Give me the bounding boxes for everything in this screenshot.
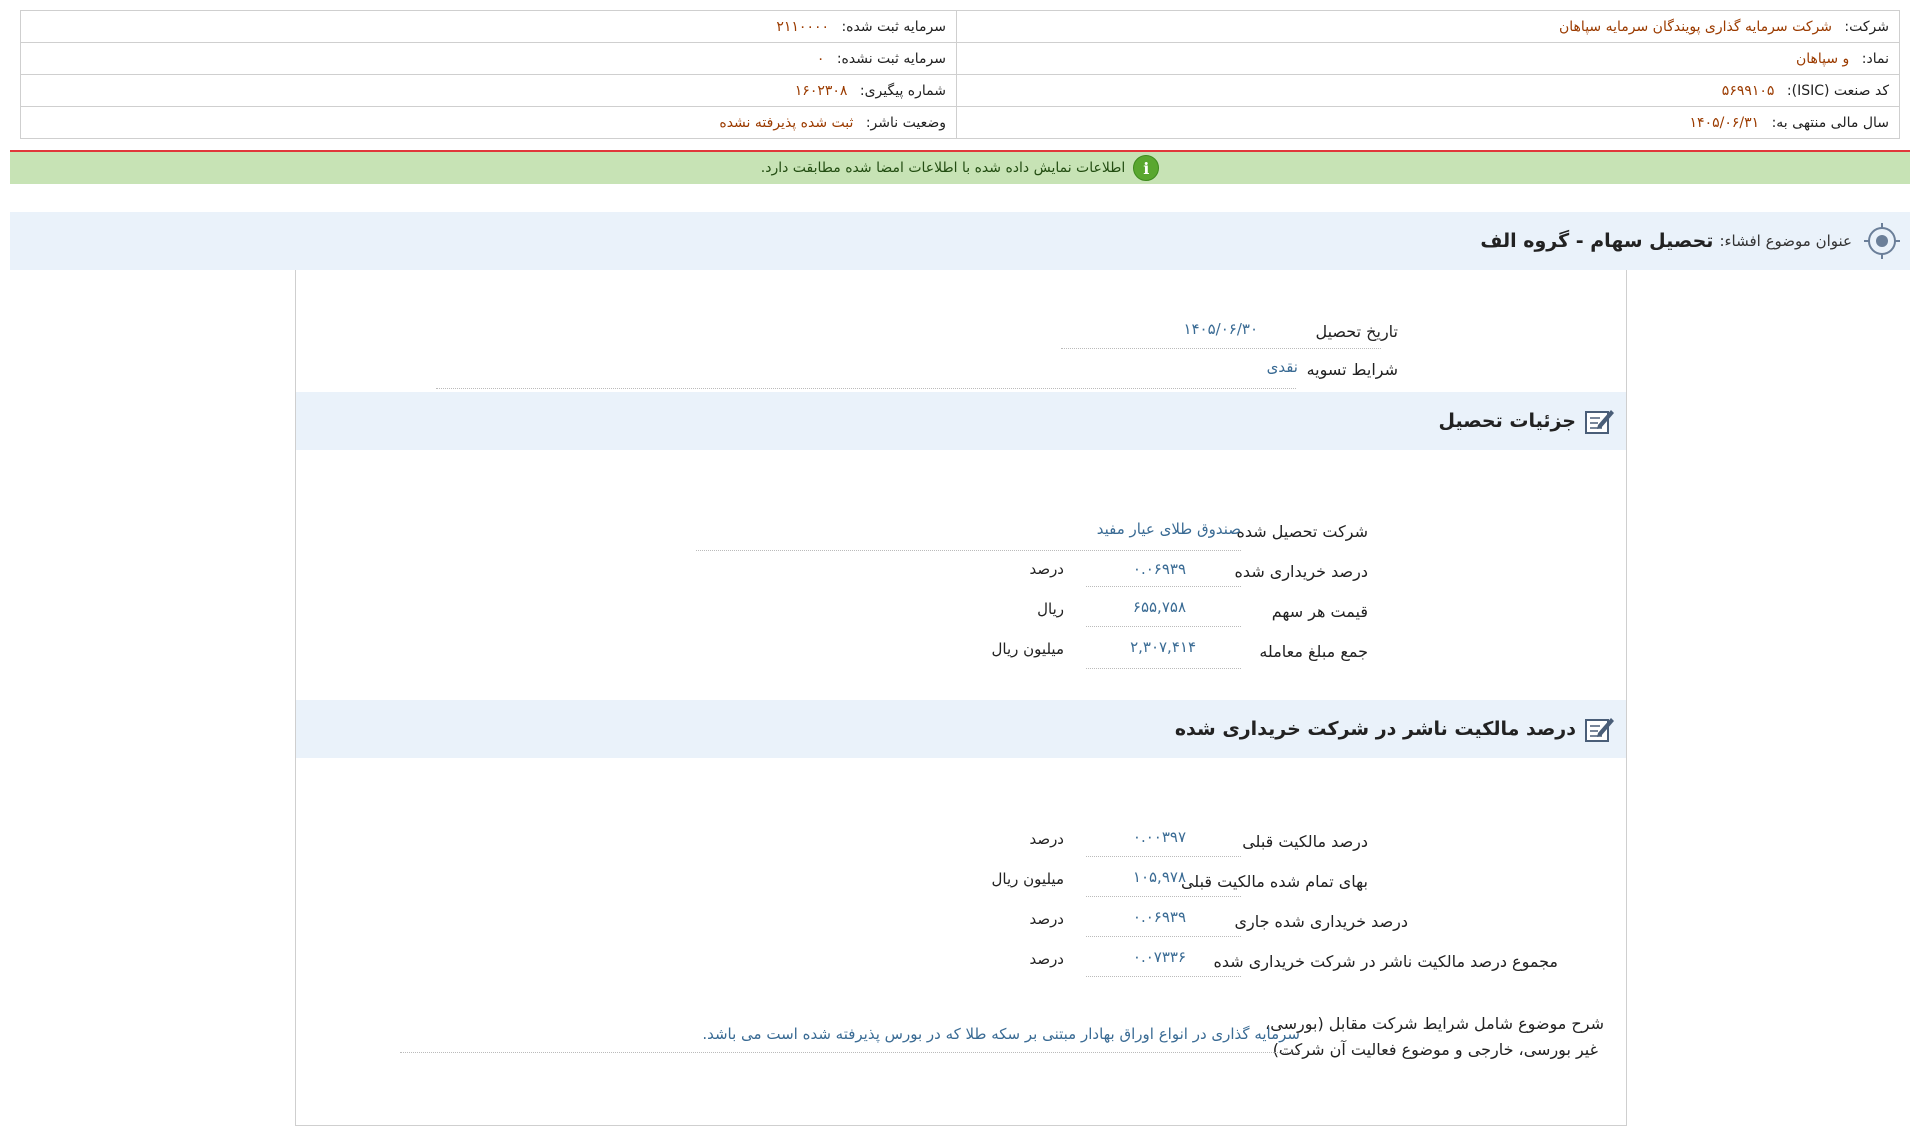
isic-value: ۵۶۹۹۱۰۵ xyxy=(1721,82,1775,99)
capital-unregistered-cell: سرمایه ثبت نشده: ۰ xyxy=(20,42,957,75)
company-label: شرکت: xyxy=(1844,18,1889,35)
settlement-value: نقدی xyxy=(1266,358,1298,376)
detail-value: ۶۵۵,۷۵۸ xyxy=(1132,598,1186,616)
capital-registered-value: ۲۱۱۰۰۰۰ xyxy=(776,18,830,35)
detail-unit: درصد xyxy=(1029,560,1064,578)
capital-unregistered-label: سرمایه ثبت نشده: xyxy=(836,50,946,67)
capital-registered-label: سرمایه ثبت شده: xyxy=(841,18,946,35)
detail-value: ۰.۰۶۹۳۹ xyxy=(1132,560,1186,578)
details-section-title: جزئیات تحصیل xyxy=(1438,410,1576,432)
divider xyxy=(1061,348,1381,349)
ownership-unit: درصد xyxy=(1029,910,1064,928)
ownership-unit: درصد xyxy=(1029,830,1064,848)
symbol-cell: نماد: و سپاهان xyxy=(956,42,1900,75)
acquisition-date-label: تاریخ تحصیل xyxy=(1315,322,1398,341)
detail-label: درصد خریداری شده xyxy=(1234,562,1368,581)
detail-unit: ریال xyxy=(1037,600,1064,618)
acquisition-date-value: ۱۴۰۵/۰۶/۳۰ xyxy=(1183,320,1258,338)
ownership-value: ۰.۰۶۹۳۹ xyxy=(1132,908,1186,926)
divider xyxy=(400,1052,1300,1053)
ownership-label: درصد مالکیت قبلی xyxy=(1242,832,1368,851)
tracking-number: ۱۶۰۲۳۰۸ xyxy=(794,82,848,99)
company-info-table: شرکت: شرکت سرمایه گذاری پویندگان سرمایه … xyxy=(20,10,1900,139)
detail-label: جمع مبلغ معامله xyxy=(1259,642,1368,661)
ownership-value: ۰.۰۰۳۹۷ xyxy=(1132,828,1186,846)
divider xyxy=(1086,668,1241,669)
details-section-header: جزئیات تحصیل xyxy=(296,392,1626,450)
report-content: تاریخ تحصیل ۱۴۰۵/۰۶/۳۰ شرایط تسویه نقدی … xyxy=(295,270,1627,1126)
divider xyxy=(1086,936,1241,937)
ownership-value: ۰.۰۷۳۳۶ xyxy=(1132,948,1186,966)
info-row: شرکت: شرکت سرمایه گذاری پویندگان سرمایه … xyxy=(20,10,1900,43)
settlement-label: شرایط تسویه xyxy=(1306,360,1398,379)
ownership-section-header: درصد مالکیت ناشر در شرکت خریداری شده xyxy=(296,700,1626,758)
topic-title: تحصیل سهام - گروه الف xyxy=(1480,230,1714,252)
detail-label: قیمت هر سهم xyxy=(1271,602,1368,621)
info-row: کد صنعت (ISIC): ۵۶۹۹۱۰۵ شماره پیگیری: ۱۶… xyxy=(20,74,1900,107)
publisher-status-label: وضعیت ناشر: xyxy=(865,114,946,131)
ownership-label: بهای تمام شده مالکیت قبلی xyxy=(1180,872,1368,891)
divider xyxy=(1086,976,1241,977)
ownership-unit: درصد xyxy=(1029,950,1064,968)
fiscal-year-cell: سال مالی منتهی به: ۱۴۰۵/۰۶/۳۱ xyxy=(956,106,1900,139)
divider xyxy=(1086,856,1241,857)
ownership-value: ۱۰۵,۹۷۸ xyxy=(1132,868,1186,886)
verification-banner: i اطلاعات نمایش داده شده با اطلاعات امضا… xyxy=(10,150,1910,184)
symbol-label: نماد: xyxy=(1861,50,1889,67)
fiscal-year-label: سال مالی منتهی به: xyxy=(1771,114,1889,131)
ownership-label: درصد خریداری شده جاری xyxy=(1234,912,1408,931)
detail-value: ۲,۳۰۷,۴۱۴ xyxy=(1130,638,1196,656)
capital-unregistered-value: ۰ xyxy=(816,50,825,67)
divider xyxy=(1086,626,1241,627)
capital-registered-cell: سرمایه ثبت شده: ۲۱۱۰۰۰۰ xyxy=(20,10,957,43)
detail-unit: میلیون ریال xyxy=(991,640,1064,658)
publisher-status-cell: وضعیت ناشر: ثبت شده پذیرفته نشده xyxy=(20,106,957,139)
tracking-cell: شماره پیگیری: ۱۶۰۲۳۰۸ xyxy=(20,74,957,107)
divider xyxy=(1086,896,1241,897)
isic-cell: کد صنعت (ISIC): ۵۶۹۹۱۰۵ xyxy=(956,74,1900,107)
ownership-unit: میلیون ریال xyxy=(991,870,1064,888)
description-label-line1: شرح موضوع شامل شرایط شرکت مقابل (بورسی، xyxy=(1265,1014,1604,1033)
topic-bar: عنوان موضوع افشاء: تحصیل سهام - گروه الف xyxy=(10,212,1910,270)
verification-text: اطلاعات نمایش داده شده با اطلاعات امضا ش… xyxy=(760,160,1126,176)
ownership-label: مجموع درصد مالکیت ناشر در شرکت خریداری ش… xyxy=(1213,952,1558,971)
publisher-status-value: ثبت شده پذیرفته نشده xyxy=(719,114,854,131)
isic-label: کد صنعت (ISIC): xyxy=(1786,82,1889,99)
fiscal-year-value: ۱۴۰۵/۰۶/۳۱ xyxy=(1689,114,1760,131)
tracking-label: شماره پیگیری: xyxy=(859,82,946,99)
topic-label: عنوان موضوع افشاء: xyxy=(1719,232,1852,250)
divider xyxy=(696,550,1241,551)
edit-note-icon xyxy=(1585,718,1614,742)
symbol-value[interactable]: و سپاهان xyxy=(1796,51,1849,67)
info-row: سال مالی منتهی به: ۱۴۰۵/۰۶/۳۱ وضعیت ناشر… xyxy=(20,106,1900,139)
info-row: نماد: و سپاهان سرمایه ثبت نشده: ۰ xyxy=(20,42,1900,75)
description-label-line2: غیر بورسی، خارجی و موضوع فعالیت آن شرکت) xyxy=(1272,1040,1598,1059)
info-icon: i xyxy=(1133,155,1160,181)
company-cell: شرکت: شرکت سرمایه گذاری پویندگان سرمایه … xyxy=(956,10,1900,43)
ownership-section-title: درصد مالکیت ناشر در شرکت خریداری شده xyxy=(1174,718,1576,740)
edit-note-icon xyxy=(1585,410,1614,434)
divider xyxy=(1086,586,1241,587)
acquired-company-value[interactable]: صندوق طلای عیار مفید xyxy=(1097,520,1241,538)
target-icon xyxy=(1864,223,1900,259)
company-name[interactable]: شرکت سرمایه گذاری پویندگان سرمایه سپاهان xyxy=(1559,19,1832,35)
description-value: سرمایه گذاری در انواع اوراق بهادار مبتنی… xyxy=(702,1025,1300,1043)
divider xyxy=(436,388,1296,389)
acquired-company-label: شرکت تحصیل شده xyxy=(1236,522,1368,541)
